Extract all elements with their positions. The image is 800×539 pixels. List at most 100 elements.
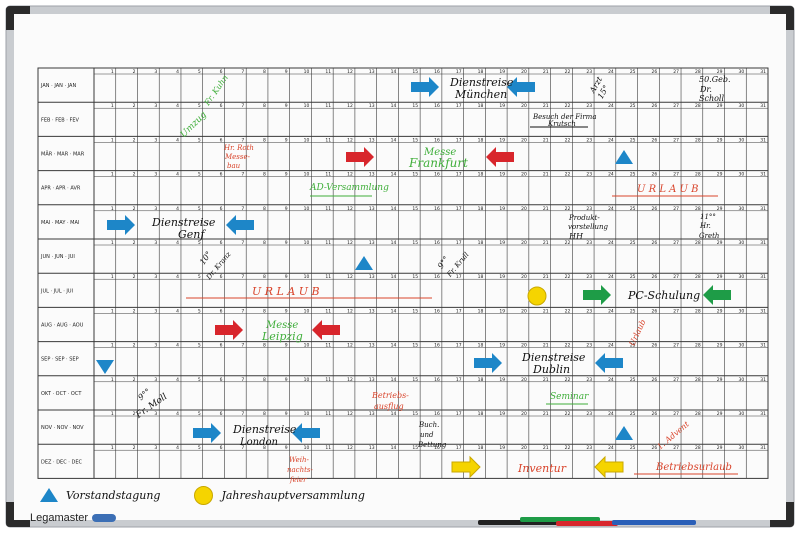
day-number: 21	[543, 240, 549, 246]
day-number: 11	[325, 206, 331, 212]
day-number: 29	[717, 377, 723, 383]
note-genf: Genf	[178, 228, 206, 241]
day-number: 23	[586, 445, 592, 451]
day-number: 6	[220, 445, 223, 451]
note-seminar: Seminar	[550, 392, 589, 402]
day-number: 15	[412, 206, 418, 212]
yellow-circle-magnet[interactable]	[527, 286, 547, 306]
day-number: 24	[608, 69, 614, 75]
day-number: 4	[176, 137, 179, 143]
day-number: 14	[391, 240, 397, 246]
note-urlaub-jul: U R L A U B	[252, 285, 320, 298]
month-label: SEP · SEP · SEP	[41, 357, 79, 363]
brand-badge-icon	[92, 514, 117, 522]
day-number: 20	[521, 240, 527, 246]
day-number: 23	[586, 343, 592, 349]
day-number: 7	[241, 240, 244, 246]
day-number: 30	[739, 240, 745, 246]
day-number: 13	[369, 69, 375, 75]
day-number: 27	[673, 137, 679, 143]
day-number: 5	[198, 445, 201, 451]
month-label: FEB · FEB · FEV	[41, 117, 80, 123]
day-number: 28	[695, 240, 701, 246]
day-number: 12	[347, 103, 353, 109]
day-number: 9	[285, 411, 288, 417]
note-messebau-2: bau	[227, 162, 241, 170]
note-50geb: 50.Geb.	[699, 75, 731, 84]
note-dr: Dr.	[699, 85, 712, 94]
day-number: 13	[369, 172, 375, 178]
day-number: 4	[176, 445, 179, 451]
day-number: 21	[543, 206, 549, 212]
blue-marker[interactable]	[612, 520, 696, 525]
note-11uhr: 11°°	[700, 213, 716, 221]
day-number: 2	[133, 308, 136, 314]
legend-triangle-label: Vorstandstagung	[66, 488, 161, 502]
day-number: 29	[717, 308, 723, 314]
day-number: 15	[412, 240, 418, 246]
day-number: 3	[154, 343, 157, 349]
note-betriebs: Betriebs-	[371, 391, 409, 400]
day-number: 30	[739, 206, 745, 212]
day-number: 24	[608, 308, 614, 314]
day-number: 30	[739, 172, 745, 178]
day-number: 23	[586, 411, 592, 417]
day-number: 5	[198, 411, 201, 417]
day-number: 28	[695, 274, 701, 280]
day-number: 19	[499, 137, 505, 143]
month-label: AUG · AUG · AOU	[41, 323, 84, 329]
day-number: 11	[325, 377, 331, 383]
day-number: 7	[241, 137, 244, 143]
day-number: 18	[478, 308, 484, 314]
day-number: 9	[285, 274, 288, 280]
day-number: 27	[673, 377, 679, 383]
day-number: 10	[304, 445, 310, 451]
note-vorstellung: vorstellung	[568, 223, 609, 231]
day-number: 22	[565, 103, 571, 109]
day-number: 18	[478, 103, 484, 109]
day-number: 5	[198, 377, 201, 383]
day-number: 25	[630, 69, 636, 75]
day-number: 5	[198, 308, 201, 314]
day-number: 30	[739, 377, 745, 383]
day-number: 6	[220, 172, 223, 178]
month-label: JAN · JAN · JAN	[40, 83, 76, 89]
day-number: 18	[478, 343, 484, 349]
day-number: 14	[391, 343, 397, 349]
day-number: 12	[347, 137, 353, 143]
day-number: 4	[176, 308, 179, 314]
red-marker[interactable]	[556, 521, 618, 526]
day-number: 21	[543, 274, 549, 280]
day-number: 16	[434, 274, 440, 280]
day-number: 27	[673, 343, 679, 349]
day-number: 31	[760, 343, 766, 349]
day-number: 22	[565, 172, 571, 178]
day-number: 26	[652, 206, 658, 212]
day-number: 16	[434, 240, 440, 246]
day-number: 31	[760, 69, 766, 75]
day-number: 10	[304, 274, 310, 280]
day-number: 18	[478, 411, 484, 417]
day-number: 18	[478, 377, 484, 383]
day-number: 20	[521, 308, 527, 314]
note-scholl: Scholl	[699, 94, 724, 103]
day-number: 27	[673, 274, 679, 280]
day-number: 6	[220, 308, 223, 314]
day-number: 21	[543, 445, 549, 451]
day-number: 23	[586, 69, 592, 75]
day-number: 24	[608, 103, 614, 109]
note-london: London	[239, 437, 278, 448]
day-number: 15	[412, 274, 418, 280]
day-number: 21	[543, 377, 549, 383]
day-number: 8	[263, 274, 266, 280]
day-number: 27	[673, 69, 679, 75]
day-number: 6	[220, 137, 223, 143]
day-number: 27	[673, 445, 679, 451]
day-number: 20	[521, 137, 527, 143]
day-number: 12	[347, 240, 353, 246]
note-pc-schulung: PC-Schulung	[627, 289, 700, 302]
day-number: 2	[133, 137, 136, 143]
day-number: 11	[325, 103, 331, 109]
day-number: 26	[652, 308, 658, 314]
day-number: 29	[717, 172, 723, 178]
